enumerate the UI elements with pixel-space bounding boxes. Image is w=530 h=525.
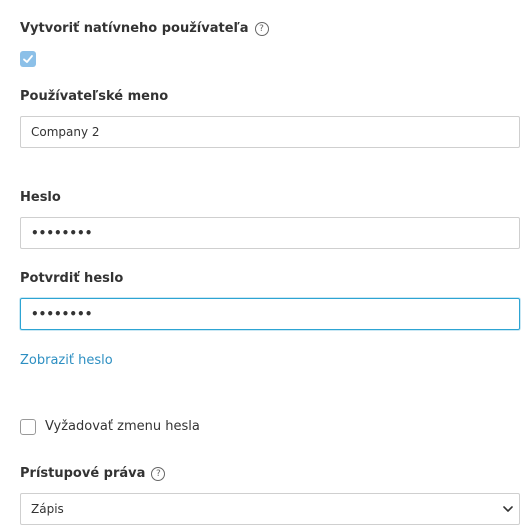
require-change-checkbox[interactable]	[20, 419, 36, 435]
question-circle-icon[interactable]: ?	[254, 22, 269, 36]
username-input[interactable]: Company 2	[20, 116, 520, 148]
native-user-label-row: Vytvoriť natívneho používateľa ?	[20, 20, 269, 38]
require-change-label: Vyžadovať zmenu hesla	[45, 419, 200, 434]
native-user-checkbox[interactable]	[20, 51, 36, 67]
password-value: ••••••••	[31, 226, 93, 240]
username-label-text: Používateľské meno	[20, 89, 169, 104]
username-value: Company 2	[31, 125, 100, 139]
username-label: Používateľské meno	[20, 88, 168, 106]
access-rights-value: Zápis	[31, 502, 64, 516]
access-rights-label-row: Prístupové práva ?	[20, 465, 166, 483]
confirm-password-label-text: Potvrdiť heslo	[20, 271, 124, 286]
checkmark-icon	[23, 55, 33, 63]
confirm-password-input[interactable]: ••••••••	[20, 298, 520, 330]
show-password-link[interactable]: Zobraziť heslo	[20, 352, 113, 370]
password-label: Heslo	[20, 189, 61, 207]
access-rights-select[interactable]: Zápis	[20, 493, 520, 525]
password-label-text: Heslo	[20, 190, 61, 205]
chevron-down-icon	[503, 506, 513, 512]
native-user-label: Vytvoriť natívneho používateľa	[20, 21, 249, 36]
password-input[interactable]: ••••••••	[20, 217, 520, 249]
require-change-row[interactable]: Vyžadovať zmenu hesla	[20, 418, 200, 436]
confirm-password-label: Potvrdiť heslo	[20, 270, 123, 288]
access-rights-label: Prístupové práva	[20, 466, 146, 481]
confirm-password-value: ••••••••	[31, 307, 93, 321]
question-circle-icon[interactable]: ?	[151, 467, 166, 481]
